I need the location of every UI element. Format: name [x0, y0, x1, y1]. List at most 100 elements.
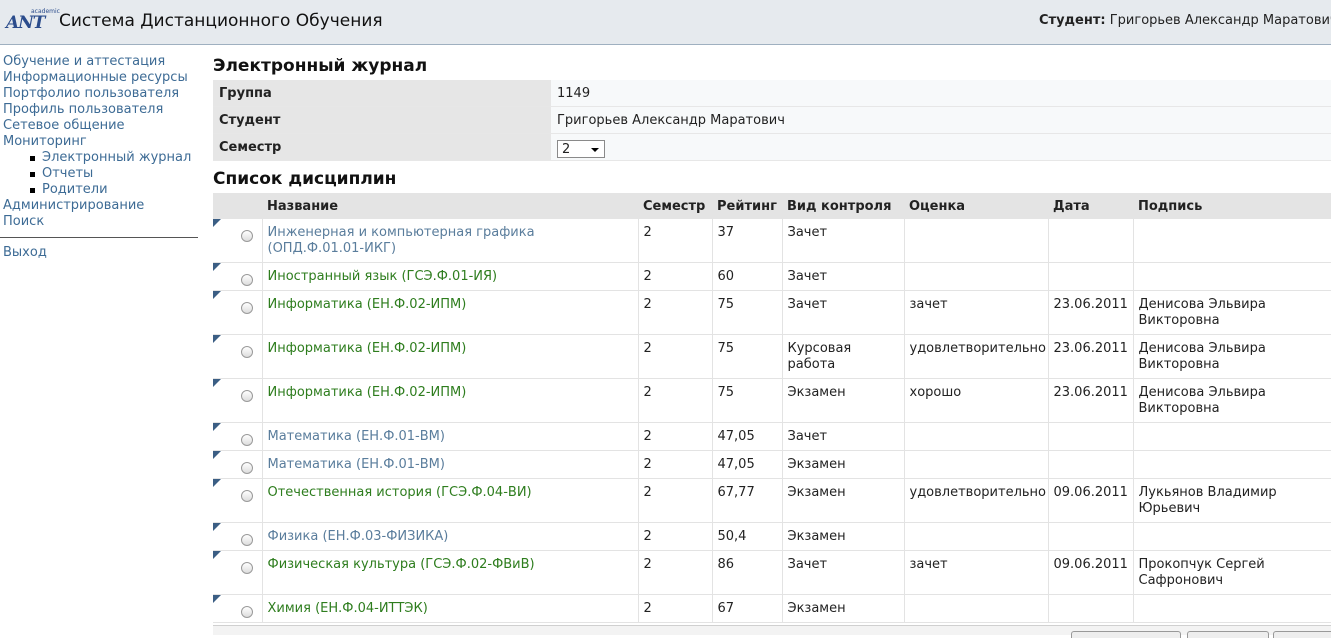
table-row[interactable]: Физика (ЕН.Ф.03-ФИЗИКА) 2 50,4 Экзамен — [213, 522, 1331, 551]
discipline-name-cell: Отечественная история (ГСЭ.Ф.04-ВИ) — [261, 478, 638, 523]
col-semester[interactable]: Семестр — [638, 193, 712, 219]
table-row[interactable]: Иностранный язык (ГСЭ.Ф.01-ИЯ) 2 60 Зачет — [213, 262, 1331, 291]
disciplines-table: Название Семестр Рейтинг Вид контроля Оц… — [213, 193, 1331, 623]
row-radio[interactable] — [241, 462, 253, 474]
date-cell: 09.06.2011 — [1047, 478, 1133, 523]
sidebar-item-training[interactable]: Обучение и аттестация — [0, 54, 206, 70]
control-cell: Зачет — [781, 290, 904, 335]
control-cell: Зачет — [781, 550, 904, 595]
discipline-name-cell: Физика (ЕН.Ф.03-ФИЗИКА) — [261, 522, 638, 551]
row-marker-icon — [213, 595, 221, 603]
discipline-link[interactable]: Физическая культура (ГСЭ.Ф.02-ФВиВ) — [268, 557, 535, 572]
col-rating[interactable]: Рейтинг — [712, 193, 782, 219]
discipline-link[interactable]: Иностранный язык (ГСЭ.Ф.01-ИЯ) — [268, 269, 498, 284]
col-name[interactable]: Название — [262, 193, 638, 219]
signature-cell: Прокопчук Сергей Сафронович — [1132, 550, 1331, 595]
chevron-down-icon — [591, 147, 599, 152]
col-signature[interactable]: Подпись — [1133, 193, 1331, 219]
ant-logo[interactable]: ANT academic — [6, 8, 60, 33]
row-select-cell — [213, 262, 262, 291]
row-marker-icon — [213, 263, 221, 271]
page-title: Электронный журнал — [213, 56, 428, 76]
row-select-cell — [213, 550, 262, 595]
col-grade[interactable]: Оценка — [904, 193, 1048, 219]
semester-select[interactable]: 2 — [557, 139, 605, 158]
col-date[interactable]: Дата — [1048, 193, 1133, 219]
row-radio[interactable] — [241, 434, 253, 446]
row-radio[interactable] — [241, 302, 253, 314]
sidebar-item-portfolio[interactable]: Портфолио пользователя — [0, 86, 206, 102]
row-select-cell — [213, 478, 262, 523]
semester-row: Семестр 2 — [213, 133, 1331, 161]
row-radio[interactable] — [241, 490, 253, 502]
row-marker-icon — [213, 479, 221, 487]
semester-cell: 2 — [637, 450, 712, 479]
toolbar-button[interactable] — [1187, 631, 1269, 638]
logo-text: ANT — [6, 13, 45, 33]
signature-cell — [1132, 522, 1331, 551]
sidebar-subitem-reports[interactable]: Отчеты — [0, 166, 206, 182]
table-row[interactable]: Математика (ЕН.Ф.01-ВМ) 2 47,05 Экзамен — [213, 450, 1331, 479]
discipline-link[interactable]: Информатика (ЕН.Ф.02-ИПМ) — [268, 297, 467, 312]
rating-cell: 50,4 — [711, 522, 782, 551]
discipline-link[interactable]: Информатика (ЕН.Ф.02-ИПМ) — [268, 385, 467, 400]
rating-cell: 67 — [711, 594, 782, 623]
logo-small-text: academic — [31, 8, 60, 15]
date-cell — [1047, 594, 1133, 623]
table-row[interactable]: Информатика (ЕН.Ф.02-ИПМ) 2 75 Экзамен хорош… — [213, 378, 1331, 423]
table-row[interactable]: Инженерная и компьютерная графика (ОПД.Ф… — [213, 219, 1331, 263]
sidebar-item-resources[interactable]: Информационные ресурсы — [0, 70, 206, 86]
sidebar-item-profile[interactable]: Профиль пользователя — [0, 102, 206, 118]
sidebar-item-logout[interactable]: Выход — [0, 245, 206, 261]
rating-cell: 86 — [711, 550, 782, 595]
discipline-link[interactable]: Математика (ЕН.Ф.01-ВМ) — [268, 429, 445, 444]
sidebar-item-search[interactable]: Поиск — [0, 214, 206, 230]
sidebar-subitem-journal[interactable]: Электронный журнал — [0, 150, 206, 166]
row-radio[interactable] — [241, 230, 253, 242]
col-select — [213, 193, 262, 219]
row-radio[interactable] — [241, 606, 253, 618]
sidebar-item-monitoring[interactable]: Мониторинг — [0, 134, 206, 150]
toolbar-button[interactable] — [1273, 631, 1331, 638]
table-row[interactable]: Информатика (ЕН.Ф.02-ИПМ) 2 75 Зачет зачет 23… — [213, 290, 1331, 335]
row-radio[interactable] — [241, 346, 253, 358]
current-user: Студент: Григорьев Александр Маратович — [1039, 13, 1331, 28]
sidebar-nav: Обучение и аттестация Информационные рес… — [0, 54, 206, 261]
discipline-link[interactable]: Отечественная история (ГСЭ.Ф.04-ВИ) — [268, 485, 532, 500]
discipline-link[interactable]: Химия (ЕН.Ф.04-ИТТЭК) — [268, 601, 428, 616]
discipline-link[interactable]: Инженерная и компьютерная графика (ОПД.Ф… — [268, 225, 535, 256]
row-radio[interactable] — [241, 562, 253, 574]
discipline-link[interactable]: Математика (ЕН.Ф.01-ВМ) — [268, 457, 445, 472]
row-select-cell — [213, 522, 262, 551]
discipline-link[interactable]: Физика (ЕН.Ф.03-ФИЗИКА) — [268, 529, 449, 544]
sidebar-subitem-parents[interactable]: Родители — [0, 182, 206, 198]
control-cell: Зачет — [781, 262, 904, 291]
semester-cell: 2 — [637, 594, 712, 623]
row-select-cell — [213, 290, 262, 335]
table-row[interactable]: Физическая культура (ГСЭ.Ф.02-ФВиВ) 2 86 За… — [213, 550, 1331, 595]
row-radio[interactable] — [241, 274, 253, 286]
sidebar-item-network[interactable]: Сетевое общение — [0, 118, 206, 134]
row-marker-icon — [213, 379, 221, 387]
rating-cell: 67,77 — [711, 478, 782, 523]
row-marker-icon — [213, 523, 221, 531]
date-cell — [1047, 219, 1133, 263]
date-cell: 23.06.2011 — [1047, 290, 1133, 335]
discipline-name-cell: Информатика (ЕН.Ф.02-ИПМ) — [261, 378, 638, 423]
table-row[interactable]: Химия (ЕН.Ф.04-ИТТЭК) 2 67 Экзамен — [213, 594, 1331, 623]
sidebar-subitem-label: Родители — [42, 182, 108, 197]
row-radio[interactable] — [241, 390, 253, 402]
toolbar-button[interactable] — [1071, 631, 1181, 638]
date-cell — [1047, 422, 1133, 451]
sidebar-item-admin[interactable]: Администрирование — [0, 198, 206, 214]
control-cell: Экзамен — [781, 450, 904, 479]
table-row[interactable]: Отечественная история (ГСЭ.Ф.04-ВИ) 2 67,7… — [213, 478, 1331, 523]
discipline-link[interactable]: Информатика (ЕН.Ф.02-ИПМ) — [268, 341, 467, 356]
row-radio[interactable] — [241, 534, 253, 546]
col-control[interactable]: Вид контроля — [782, 193, 904, 219]
row-marker-icon — [213, 423, 221, 431]
table-row[interactable]: Математика (ЕН.Ф.01-ВМ) 2 47,05 Зачет — [213, 422, 1331, 451]
semester-cell: 2 — [637, 290, 712, 335]
table-row[interactable]: Информатика (ЕН.Ф.02-ИПМ) 2 75 Курсовая раб… — [213, 334, 1331, 379]
signature-cell — [1132, 422, 1331, 451]
